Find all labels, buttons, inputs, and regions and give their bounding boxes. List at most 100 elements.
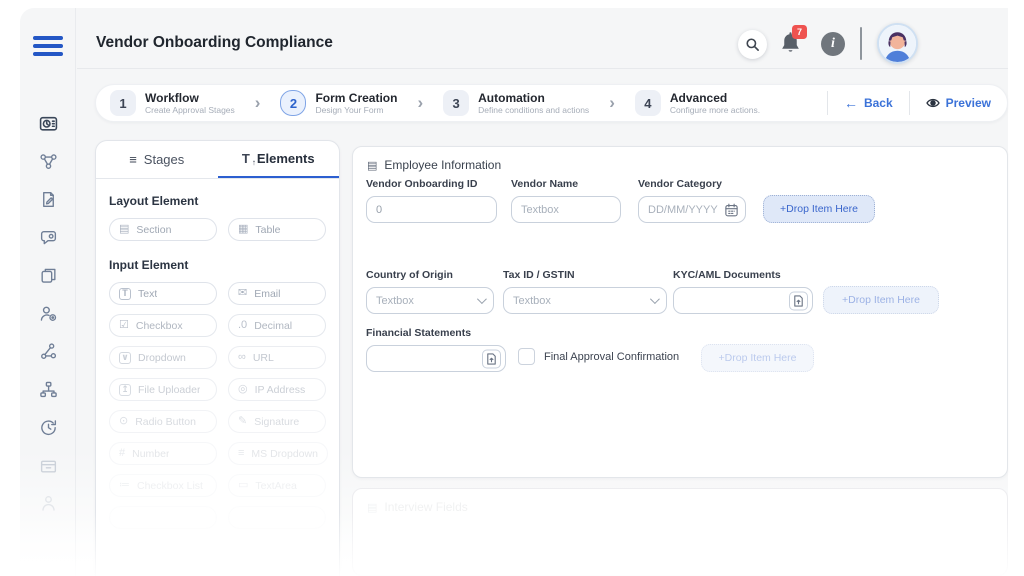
element-pill-radio-button[interactable]: ⊙ Radio Button [109,410,217,433]
element-pill-signature[interactable]: ✎ Signature [228,410,326,433]
element-pill-checkbox-list[interactable]: ≔ Checkbox List [109,474,217,497]
link-icon: ∞ [238,352,246,363]
step-label: Automation [478,92,589,105]
step-description: Design Your Form [315,105,397,115]
step-number: 4 [635,90,661,116]
dashboard-icon[interactable] [39,114,58,133]
radio-icon: ⊙ [119,416,128,427]
copy-icon[interactable] [39,266,58,285]
vendor-name-input[interactable] [511,196,621,223]
file-upload-icon: ↥ [119,384,131,396]
pill-label: File Uploader [138,384,200,396]
field-label: Financial Statements [366,327,506,339]
pill-label: Email [254,288,280,300]
step-form-creation[interactable]: 2 Form Creation Design Your Form [280,90,397,116]
element-pill-url[interactable]: ∞ URL [228,346,326,369]
search-icon [745,37,760,52]
element-pill-section[interactable]: ▤ Section [109,218,217,241]
number-icon: # [119,448,125,459]
text-icon: T [119,288,131,300]
step-advanced[interactable]: 4 Advanced Configure more actions. [635,90,760,116]
team-icon[interactable] [39,494,58,513]
element-pill-number[interactable]: # Number [109,442,217,465]
drop-zone[interactable]: +Drop Item Here [763,195,875,223]
element-pill-dropdown[interactable]: ∨ Dropdown [109,346,217,369]
pill-label: Radio Button [135,416,196,428]
select-placeholder: Textbox [513,295,551,307]
element-pill-textarea[interactable]: ▭ TextArea [228,474,326,497]
field-label: Tax ID / GSTIN [503,269,667,281]
preview-label: Preview [946,96,991,110]
org-chart-icon[interactable] [39,380,58,399]
final-approval-checkbox[interactable] [518,348,535,365]
element-palette-panel: ≡ Stages T Elements Layout Element ▤ Sec… [95,140,340,576]
field-label: Vendor Onboarding ID [366,178,497,190]
tab-elements[interactable]: T Elements [218,141,340,178]
upload-file-icon[interactable] [482,349,501,368]
element-pill-ms-dropdown[interactable]: ≡ MS Dropdown [228,442,328,465]
drop-zone-label: +Drop Item Here [780,203,858,215]
checkbox-label: Final Approval Confirmation [544,351,679,363]
tab-label: Elements [257,151,315,166]
element-pill-table[interactable]: ▦ Table [228,218,326,241]
tax-id-gstin-select[interactable]: Textbox [503,287,667,314]
tab-stages[interactable]: ≡ Stages [96,141,218,178]
element-pill-text[interactable]: T Text [109,282,217,305]
element-pill-decimal[interactable]: .0 Decimal [228,314,326,337]
preview-button[interactable]: Preview [910,96,1007,110]
table-icon: ▦ [238,224,248,235]
section-header-icon: ▤ [367,159,377,172]
pill-label: IP Address [255,384,306,396]
element-pill[interactable] [228,506,326,529]
archive-icon[interactable] [39,456,58,475]
pill-label: Table [255,224,280,236]
field-label: Country of Origin [366,269,494,281]
form-section-card: ▤ Employee Information Vendor Onboarding… [352,146,1008,478]
share-icon[interactable] [39,342,58,361]
step-number: 2 [280,90,306,116]
step-number: 1 [110,90,136,116]
stages-icon: ≡ [129,152,137,167]
search-button[interactable] [738,30,767,59]
history-icon[interactable] [39,418,58,437]
field-label: Vendor Name [511,178,621,190]
element-pill-file-uploader[interactable]: ↥ File Uploader [109,378,217,401]
chat-settings-icon[interactable] [39,228,58,247]
drop-zone[interactable]: +Drop Item Here [701,344,814,372]
upload-file-icon[interactable] [789,291,808,310]
vendor-onboarding-id-input[interactable] [366,196,497,223]
typography-icon: T [242,151,250,166]
element-pill-email[interactable]: ✉ Email [228,282,326,305]
dropdown-icon: ∨ [119,352,131,364]
sidebar-rail [20,8,76,576]
step-label: Workflow [145,92,235,105]
step-description: Define conditions and actions [478,105,589,115]
element-pill-ip-address[interactable]: ◎ IP Address [228,378,326,401]
drop-zone[interactable]: +Drop Item Here [823,286,939,314]
field-label: Vendor Category [638,178,746,190]
form-edit-icon[interactable] [39,190,58,209]
info-button[interactable]: i [821,32,845,56]
user-settings-icon[interactable] [39,304,58,323]
element-pill-checkbox[interactable]: ☑ Checkbox [109,314,217,337]
checkbox-icon: ☑ [119,320,129,331]
country-of-origin-select[interactable]: Textbox [366,287,494,314]
input-element-heading: Input Element [109,258,326,272]
select-placeholder: Textbox [376,295,414,307]
calendar-icon[interactable] [722,200,741,219]
pill-label: Number [132,448,169,460]
menu-icon[interactable] [33,36,63,58]
element-pill[interactable] [109,506,217,529]
user-avatar[interactable] [877,23,918,64]
step-description: Configure more actions. [670,105,760,115]
pill-label: URL [253,352,274,364]
step-workflow[interactable]: 1 Workflow Create Approval Stages [110,90,235,116]
step-automation[interactable]: 3 Automation Define conditions and actio… [443,90,589,116]
pill-label: Section [136,224,171,236]
multiselect-icon: ≡ [238,448,244,459]
back-button[interactable]: ← Back [828,95,909,111]
decimal-icon: .0 [238,320,247,331]
header-vertical-divider [860,27,862,60]
drop-zone-label: +Drop Item Here [842,294,920,306]
workflow-icon[interactable] [39,152,58,171]
